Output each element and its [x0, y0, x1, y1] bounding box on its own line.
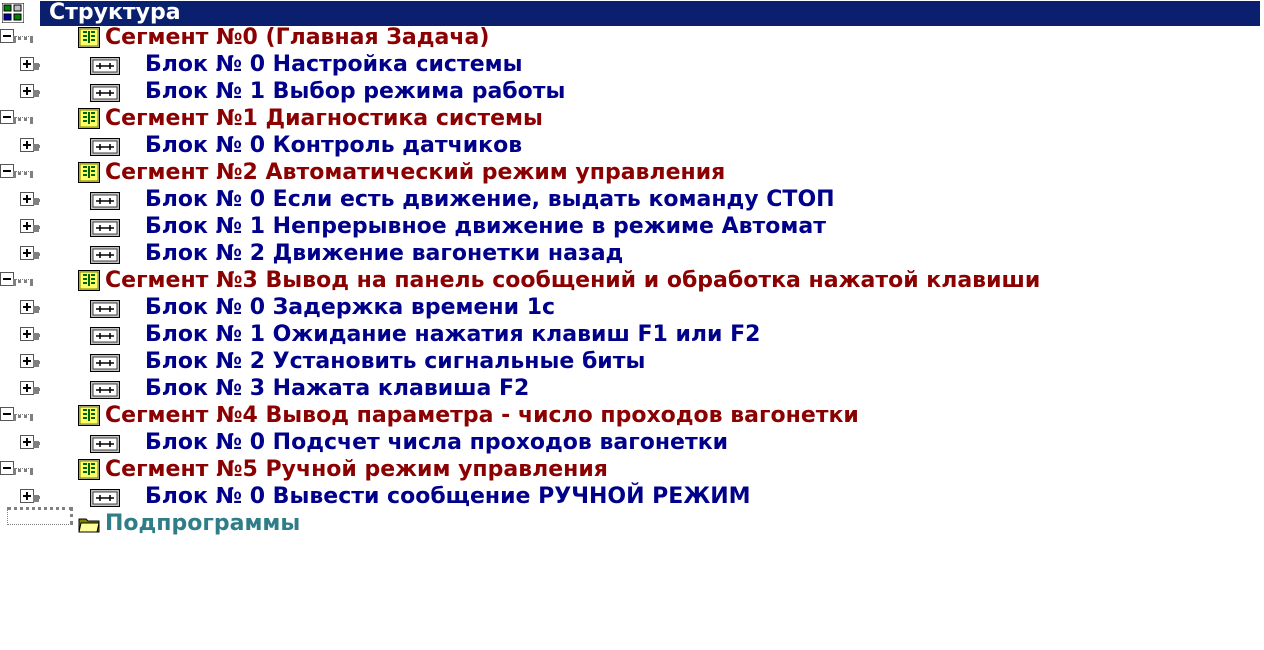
tree-connector	[33, 252, 39, 256]
segment-label: Сегмент №4 Вывод параметра - число прохо…	[105, 403, 859, 428]
tree-block-row[interactable]: Блок № 3 Нажата клавиша F2	[0, 374, 1264, 404]
segment-label: Сегмент №5 Ручной режим управления	[105, 457, 608, 482]
expand-toggle-icon[interactable]	[20, 138, 34, 152]
tree-connector	[13, 36, 33, 40]
block-label: Блок № 0 Подсчет числа проходов вагонетк…	[145, 430, 729, 455]
block-label: Блок № 1 Выбор режима работы	[145, 79, 566, 104]
tree-block-row[interactable]: Блок № 0 Задержка времени 1с	[0, 293, 1264, 323]
expand-toggle-icon[interactable]	[20, 246, 34, 260]
collapse-toggle-icon[interactable]	[0, 110, 14, 124]
block-label: Блок № 1 Непрерывное движение в режиме А…	[145, 214, 826, 239]
tree-segment-row[interactable]: Сегмент №2 Автоматический режим управлен…	[0, 158, 1264, 188]
expand-toggle-icon[interactable]	[20, 489, 34, 503]
structure-tree: Структура Сегмент №0 (Главная Задача) Бло…	[0, 0, 1264, 650]
tree-segment-row[interactable]: Сегмент №4 Вывод параметра - число прохо…	[0, 401, 1264, 431]
block-label: Блок № 0 Задержка времени 1с	[145, 295, 556, 320]
block-label: Блок № 3 Нажата клавиша F2	[145, 376, 530, 401]
expand-toggle-icon[interactable]	[20, 381, 34, 395]
tree-segment-row[interactable]: Сегмент №5 Ручной режим управления	[0, 455, 1264, 485]
expand-toggle-icon[interactable]	[20, 57, 34, 71]
tree-connector	[33, 90, 39, 94]
expand-toggle-icon[interactable]	[20, 219, 34, 233]
tree-block-row[interactable]: Блок № 2 Движение вагонетки назад	[0, 239, 1264, 269]
block-label: Блок № 2 Движение вагонетки назад	[145, 241, 624, 266]
block-label: Блок № 0 Если есть движение, выдать кома…	[145, 187, 835, 212]
tree-connector	[33, 360, 39, 364]
subprograms-label: Подпрограммы	[105, 511, 301, 536]
expand-toggle-icon[interactable]	[20, 327, 34, 341]
tree-connector	[13, 468, 33, 472]
collapse-toggle-icon[interactable]	[0, 29, 14, 43]
tree-connector	[33, 225, 39, 229]
tree-segment-row[interactable]: Сегмент №0 (Главная Задача)	[0, 23, 1264, 53]
tree-connector	[13, 279, 33, 283]
tree-block-row[interactable]: Блок № 1 Непрерывное движение в режиме А…	[0, 212, 1264, 242]
collapse-toggle-icon[interactable]	[0, 407, 14, 421]
tree-segment-row[interactable]: Сегмент №3 Вывод на панель сообщений и о…	[0, 266, 1264, 296]
segment-label: Сегмент №3 Вывод на панель сообщений и о…	[105, 268, 1041, 293]
block-label: Блок № 0 Контроль датчиков	[145, 133, 523, 158]
expand-toggle-icon[interactable]	[20, 300, 34, 314]
block-label: Блок № 1 Ожидание нажатия клавиш F1 или …	[145, 322, 761, 347]
tree-block-row[interactable]: Блок № 0 Если есть движение, выдать кома…	[0, 185, 1264, 215]
tree-connector	[13, 171, 33, 175]
segment-label: Сегмент №0 (Главная Задача)	[105, 25, 490, 50]
collapse-toggle-icon[interactable]	[0, 164, 14, 178]
tree-block-row[interactable]: Блок № 0 Контроль датчиков	[0, 131, 1264, 161]
tree-connector	[33, 198, 39, 202]
tree-block-row[interactable]: Блок № 0 Настройка системы	[0, 50, 1264, 80]
expand-toggle-icon[interactable]	[20, 435, 34, 449]
collapse-toggle-icon[interactable]	[0, 461, 14, 475]
tree-block-row[interactable]: Блок № 0 Подсчет числа проходов вагонетк…	[0, 428, 1264, 458]
segment-label: Сегмент №1 Диагностика системы	[105, 106, 543, 131]
tree-connector	[33, 333, 39, 337]
collapse-toggle-icon[interactable]	[0, 272, 14, 286]
tree-connector	[33, 306, 39, 310]
expand-toggle-icon[interactable]	[20, 354, 34, 368]
tree-connector	[13, 414, 33, 418]
tree-block-row[interactable]: Блок № 1 Ожидание нажатия клавиш F1 или …	[0, 320, 1264, 350]
block-label: Блок № 0 Вывести сообщение РУЧНОЙ РЕЖИМ	[145, 484, 751, 509]
tree-segment-row[interactable]: Сегмент №1 Диагностика системы	[0, 104, 1264, 134]
tree-connector	[13, 117, 33, 121]
tree-subprograms-row[interactable]: Подпрограммы	[0, 507, 1264, 539]
tree-block-row[interactable]: Блок № 0 Вывести сообщение РУЧНОЙ РЕЖИМ	[0, 482, 1264, 512]
expand-toggle-icon[interactable]	[20, 192, 34, 206]
tree-connector	[33, 144, 39, 148]
tree-connector	[7, 507, 73, 525]
block-label: Блок № 0 Настройка системы	[145, 52, 523, 77]
block-label: Блок № 2 Установить сигнальные биты	[145, 349, 646, 374]
tree-connector	[33, 387, 39, 391]
expand-toggle-icon[interactable]	[20, 84, 34, 98]
tree-block-row[interactable]: Блок № 1 Выбор режима работы	[0, 77, 1264, 107]
tree-connector	[33, 495, 39, 499]
tree-connector	[33, 63, 39, 67]
folder-icon	[78, 514, 100, 539]
tree-connector	[33, 441, 39, 445]
tree-block-row[interactable]: Блок № 2 Установить сигнальные биты	[0, 347, 1264, 377]
segment-label: Сегмент №2 Автоматический режим управлен…	[105, 160, 726, 185]
